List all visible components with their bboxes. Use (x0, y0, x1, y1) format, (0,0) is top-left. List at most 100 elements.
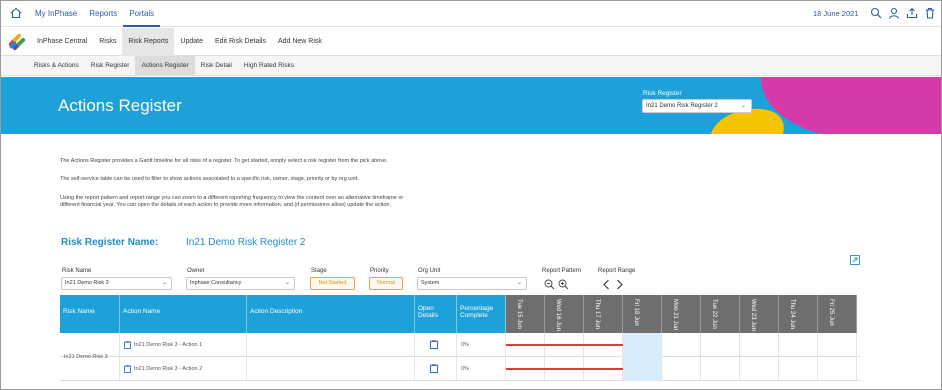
gantt-date-column: Mon 21 Jun (662, 295, 701, 333)
app-nav-risk-reports[interactable]: Risk Reports (122, 28, 175, 56)
gantt-cell (779, 333, 818, 357)
gantt-date-column: Thu 24 Jun (779, 295, 818, 333)
page-title: Actions Register (58, 96, 182, 115)
chevron-down-icon: ⌄ (740, 103, 746, 109)
col-percentage-complete[interactable]: Percentage Complete (457, 295, 506, 333)
table-header: Risk Name Action Name Action Description… (60, 295, 506, 333)
clipboard-icon (124, 340, 131, 349)
sub-nav: Risks & Actions Risk Register Actions Re… (1, 56, 941, 76)
open-details-icon[interactable] (430, 364, 438, 373)
chevron-down-icon: ⌄ (161, 280, 167, 286)
gantt-date-label: Wed 23 Jun (750, 299, 756, 331)
col-action-name[interactable]: Action Name (120, 295, 247, 333)
intro-paragraph-1: The Actions Register provides a Gantt ti… (60, 158, 388, 164)
priority-filter[interactable]: Normal (369, 277, 403, 290)
gantt-date-column: Fri 25 Jun (818, 295, 857, 333)
gantt-date-label: Thu 17 Jun (594, 299, 600, 330)
home-icon[interactable] (10, 7, 22, 19)
gantt-cell (662, 357, 701, 381)
action-description-cell (247, 333, 415, 357)
gantt-date-label: Thu 24 Jun (789, 299, 795, 330)
chevron-down-icon: ⌄ (516, 280, 522, 286)
gantt-date-label: Tue 15 Jun (516, 299, 522, 329)
top-bar: My InPhase Reports Portals 18 June 2021 (1, 1, 941, 27)
owner-filter[interactable]: Inphase Consultancy ⌄ (186, 277, 295, 290)
risk-name-filter-label: Risk Name (62, 268, 92, 274)
zoom-out-icon[interactable] (544, 279, 555, 290)
register-select[interactable]: In21 Demo Risk Register 2 ⌄ (642, 99, 752, 113)
action-name: In21 Demo Risk 3 - Action 2 (134, 366, 203, 372)
intro-paragraph-3b: different financial year. You can open t… (60, 202, 392, 208)
chevron-left-icon[interactable] (602, 279, 611, 290)
intro-paragraph-2: The self-service table can be used to fi… (60, 176, 359, 182)
action-name-cell[interactable]: In21 Demo Risk 3 - Action 2 (120, 357, 247, 381)
open-details-icon[interactable] (430, 340, 438, 349)
top-nav-reports[interactable]: Reports (83, 1, 123, 27)
top-nav: My InPhase Reports Portals (29, 1, 161, 27)
report-range-label: Report Range (598, 268, 636, 274)
page-banner: Actions Register Risk Register In21 Demo… (1, 77, 941, 134)
top-nav-portals[interactable]: Portals (123, 1, 161, 27)
gantt-cell (818, 357, 857, 381)
report-pattern-label: Report Pattern (542, 268, 582, 274)
risk-name-cell: In21 Demo Risk 3 (60, 333, 120, 381)
org-unit-filter[interactable]: System ⌄ (417, 277, 527, 290)
intro-paragraph-3a: Using the report pattern and report rang… (60, 195, 404, 201)
gantt-cell (740, 333, 779, 357)
open-details-cell (415, 333, 457, 357)
action-description-cell (247, 357, 415, 381)
zoom-in-icon[interactable] (558, 279, 569, 290)
tab-actions-register[interactable]: Actions Register (135, 56, 195, 75)
app-header: InPhase Central Risks Risk Reports Updat… (1, 28, 941, 56)
gantt-cell (623, 357, 662, 381)
percentage-cell: 0% (457, 357, 506, 381)
tab-risk-register[interactable]: Risk Register (85, 56, 136, 75)
gantt-bar[interactable] (506, 368, 623, 370)
app-name[interactable]: InPhase Central (31, 28, 93, 56)
search-icon[interactable] (870, 7, 882, 19)
register-select-value: In21 Demo Risk Register 2 (646, 103, 718, 109)
col-risk-name[interactable]: Risk Name (60, 295, 120, 333)
col-action-description[interactable]: Action Description (247, 295, 415, 333)
clipboard-icon (124, 364, 131, 373)
percentage-cell: 0% (457, 333, 506, 357)
register-name-value: In21 Demo Risk Register 2 (186, 237, 306, 248)
open-details-cell (415, 357, 457, 381)
gantt-cell (662, 333, 701, 357)
gantt-date-label: Wed 16 Jun (555, 299, 561, 331)
app-nav-update[interactable]: Update (174, 28, 209, 56)
gantt-date-column: Tue 22 Jun (701, 295, 740, 333)
chevron-right-icon[interactable] (615, 279, 624, 290)
chevron-down-icon: ⌄ (284, 280, 290, 286)
app-nav-risks[interactable]: Risks (93, 28, 122, 56)
action-name-cell[interactable]: In21 Demo Risk 3 - Action 1 (120, 333, 247, 357)
app-nav-edit-risk-details[interactable]: Edit Risk Details (209, 28, 272, 56)
expand-icon[interactable] (850, 255, 860, 265)
gantt-bar[interactable] (506, 344, 623, 346)
register-name-label: Risk Register Name: (61, 237, 159, 248)
gantt-date-label: Mon 21 Jun (672, 299, 678, 331)
user-icon[interactable] (888, 7, 900, 19)
top-nav-my-inphase[interactable]: My InPhase (29, 1, 83, 27)
upload-icon[interactable] (906, 7, 918, 19)
trash-icon[interactable] (924, 7, 936, 19)
tab-risk-detail[interactable]: Risk Detail (195, 56, 238, 75)
gantt-cell (701, 333, 740, 357)
app-window: My InPhase Reports Portals 18 June 2021 … (0, 0, 942, 390)
risk-name-filter[interactable]: In21 Demo Risk 3 ⌄ (61, 277, 172, 290)
stage-filter[interactable]: Not Started (310, 277, 355, 290)
tab-high-rated-risks[interactable]: High Rated Risks (238, 56, 300, 75)
owner-filter-value: Inphase Consultancy (190, 280, 242, 286)
gantt-cell (623, 333, 662, 357)
actions-gantt-table: Risk Name Action Name Action Description… (60, 295, 860, 381)
stage-filter-label: Stage (311, 268, 327, 274)
gantt-date-label: Fri 18 Jun (633, 299, 639, 326)
current-date: 18 June 2021 (813, 9, 859, 18)
tab-risks-actions[interactable]: Risks & Actions (28, 56, 85, 75)
app-nav-add-new-risk[interactable]: Add New Risk (272, 28, 328, 56)
gantt-date-column: Tue 15 Jun (506, 295, 545, 333)
col-open-details[interactable]: Open Details (415, 295, 457, 333)
gantt-date-label: Fri 25 Jun (828, 299, 834, 326)
gantt-date-column: Wed 23 Jun (740, 295, 779, 333)
gantt-cell (779, 357, 818, 381)
